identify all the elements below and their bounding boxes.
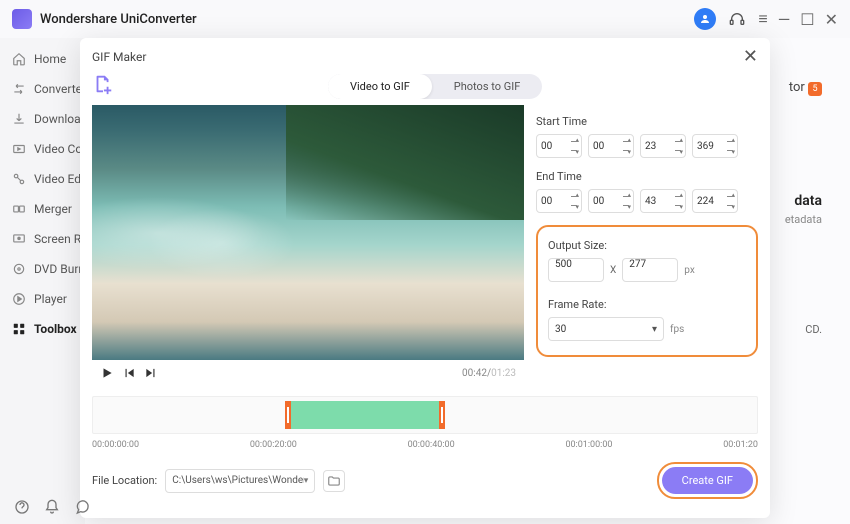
notifications-icon[interactable]	[44, 499, 60, 519]
sidebar-item-recorder[interactable]: Screen Recorder	[0, 224, 85, 254]
menu-icon[interactable]: ≡	[758, 9, 767, 29]
end-hh[interactable]: 00▴▾	[536, 189, 582, 213]
end-ss[interactable]: 43▴▾	[640, 189, 686, 213]
end-mm[interactable]: 00▴▾	[588, 189, 634, 213]
mode-tabs: Video to GIF Photos to GIF	[328, 74, 542, 99]
obscured-text: CD.	[805, 323, 822, 336]
sidebar-item-label: Player	[34, 292, 67, 306]
sidebar-item-compressor[interactable]: Video Compressor	[0, 134, 85, 164]
play-icon[interactable]	[100, 366, 114, 380]
tab-video-to-gif[interactable]: Video to GIF	[328, 74, 432, 99]
add-file-icon[interactable]	[92, 73, 114, 99]
playback-time: 00:42/01:23	[462, 368, 516, 379]
output-settings-group: Output Size: 500 X 277 px Frame Rate: 30…	[536, 225, 758, 357]
output-size-label: Output Size:	[548, 239, 746, 252]
sidebar-item-converter[interactable]: Converter	[0, 74, 85, 104]
start-hh[interactable]: 00▴▾	[536, 134, 582, 158]
sidebar-item-label: DVD Burner	[34, 262, 85, 276]
obscured-text: data	[794, 193, 822, 209]
obscured-text: etadata	[785, 213, 822, 226]
open-folder-icon[interactable]	[323, 470, 345, 492]
selection-range[interactable]	[285, 401, 445, 429]
output-width-input[interactable]: 500	[548, 258, 604, 282]
close-icon[interactable]: ✕	[743, 46, 758, 67]
tab-photos-to-gif[interactable]: Photos to GIF	[432, 74, 543, 99]
sidebar-item-merger[interactable]: Merger	[0, 194, 85, 224]
dimension-separator: X	[610, 265, 616, 276]
sidebar-item-toolbox[interactable]: Toolbox	[0, 314, 85, 344]
end-time-label: End Time	[536, 170, 758, 183]
video-preview[interactable]	[92, 105, 524, 360]
user-icon[interactable]	[694, 8, 716, 30]
start-ss[interactable]: 23▴▾	[640, 134, 686, 158]
support-icon[interactable]	[726, 8, 748, 30]
minimize-icon[interactable]: —	[778, 10, 791, 29]
sidebar-item-label: Video Compressor	[34, 142, 85, 156]
close-window-icon[interactable]: ✕	[825, 10, 838, 29]
maximize-icon[interactable]: ☐	[800, 10, 814, 29]
start-time-label: Start Time	[536, 115, 758, 128]
file-location-label: File Location:	[92, 474, 157, 487]
sidebar-item-downloader[interactable]: Downloader	[0, 104, 85, 134]
sidebar: Home Converter Downloader Video Compress…	[0, 38, 85, 524]
sidebar-item-label: Screen Recorder	[34, 232, 85, 246]
sidebar-item-home[interactable]: Home	[0, 44, 85, 74]
sidebar-item-editor[interactable]: Video Editor	[0, 164, 85, 194]
sidebar-item-label: Merger	[34, 202, 72, 216]
sidebar-item-label: Toolbox	[34, 322, 77, 336]
feedback-icon[interactable]	[74, 499, 90, 519]
sidebar-item-label: Home	[34, 52, 66, 66]
sidebar-item-label: Downloader	[34, 112, 85, 126]
help-icon[interactable]	[14, 499, 30, 519]
file-location-select[interactable]: C:\Users\ws\Pictures\Wonders▾	[165, 469, 315, 493]
timeline-track[interactable]	[92, 396, 758, 434]
timeline[interactable]: 00:00:00:0000:00:20:0000:00:40:0000:01:0…	[92, 396, 758, 450]
sidebar-item-label: Video Editor	[34, 172, 85, 186]
sidebar-item-dvd[interactable]: DVD Burner	[0, 254, 85, 284]
start-ms[interactable]: 369▴▾	[692, 134, 738, 158]
start-mm[interactable]: 00▴▾	[588, 134, 634, 158]
px-unit: px	[684, 265, 695, 276]
frame-rate-label: Frame Rate:	[548, 298, 746, 311]
modal-title: GIF Maker	[92, 50, 146, 64]
prev-frame-icon[interactable]	[122, 366, 136, 380]
obscured-text: tor 5	[789, 80, 822, 96]
gif-maker-modal: GIF Maker ✕ Video to GIF Photos to GIF 0…	[80, 38, 770, 518]
fps-unit: fps	[670, 324, 684, 335]
next-frame-icon[interactable]	[144, 366, 158, 380]
app-title: Wondershare UniConverter	[40, 12, 197, 27]
output-height-input[interactable]: 277	[622, 258, 678, 282]
sidebar-item-player[interactable]: Player	[0, 284, 85, 314]
end-ms[interactable]: 224▴▾	[692, 189, 738, 213]
create-gif-button[interactable]: Create GIF	[662, 467, 753, 494]
sidebar-item-label: Converter	[34, 82, 85, 96]
frame-rate-select[interactable]: 30	[548, 317, 664, 341]
app-logo	[12, 9, 32, 29]
timeline-ruler: 00:00:00:0000:00:20:0000:00:40:0000:01:0…	[92, 440, 758, 450]
